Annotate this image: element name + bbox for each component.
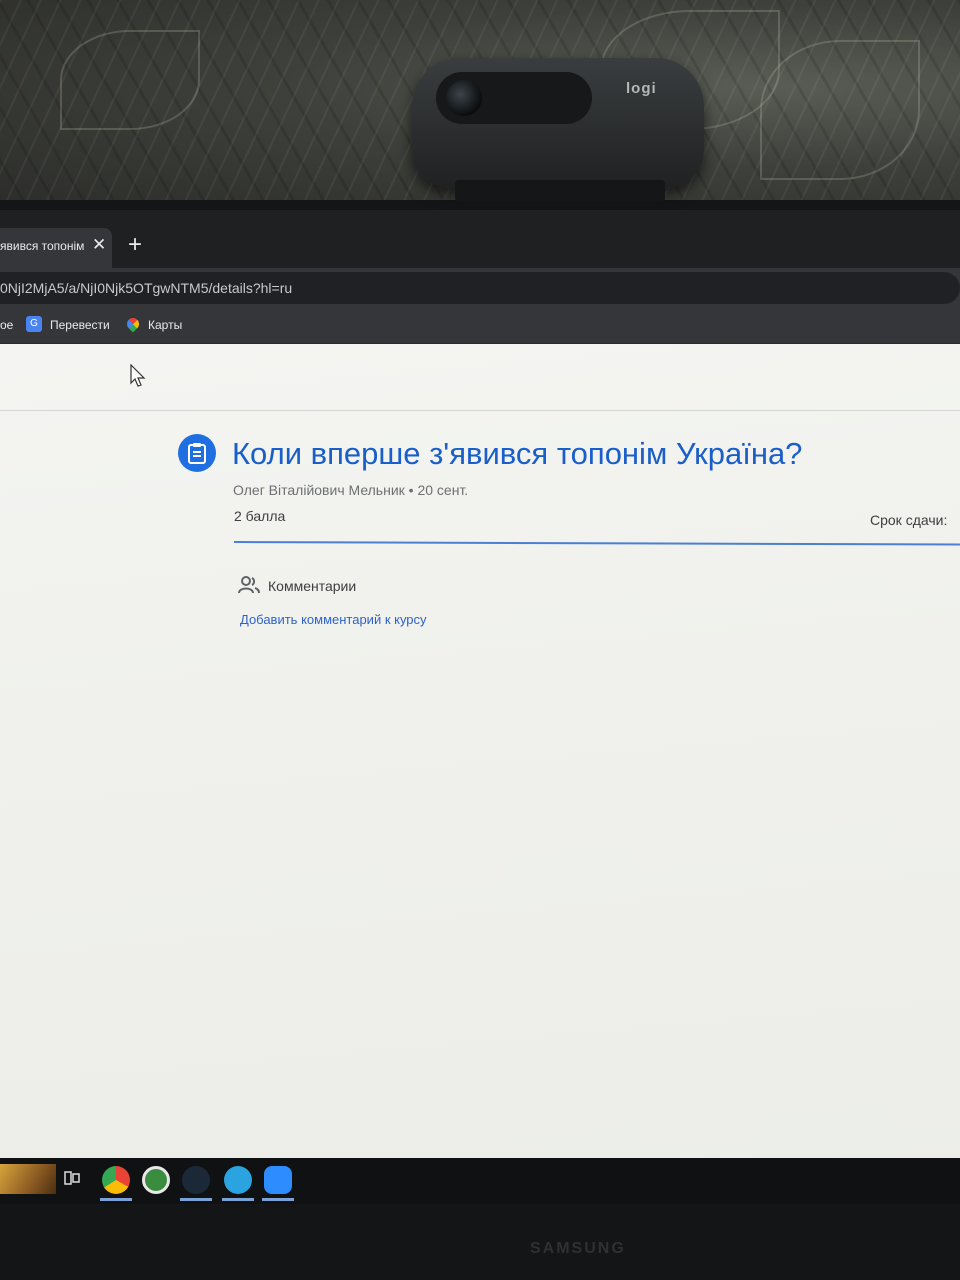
assignment-title: Коли вперше з'явився топонім Україна?	[232, 436, 803, 471]
bookmark-translate[interactable]: Перевести	[50, 318, 110, 332]
mouse-cursor-icon	[130, 364, 146, 387]
steam-active-indicator	[180, 1198, 212, 1201]
telegram-icon[interactable]	[224, 1166, 252, 1194]
browser-toolbar: 0NjI2MjA5/a/NjI0Njk5OTgwNTM5/details?hl=…	[0, 268, 960, 308]
chrome-active-indicator	[100, 1198, 132, 1201]
webcam-lens-band	[436, 72, 592, 124]
webcam-lens	[446, 80, 482, 116]
monitor-brand-logo: SAMSUNG	[530, 1240, 626, 1257]
new-tab-button[interactable]: +	[128, 232, 142, 258]
assignment-points: 2 балла	[234, 508, 286, 524]
header-divider	[0, 410, 960, 411]
zoom-active-indicator	[262, 1198, 294, 1201]
browser-tab[interactable]: явився топонім ✕	[0, 228, 112, 268]
webcam-clip	[455, 180, 665, 202]
widget-thumbnail[interactable]	[0, 1164, 56, 1194]
comments-heading: Комментарии	[268, 578, 357, 594]
google-maps-icon	[124, 315, 142, 333]
zoom-icon[interactable]	[264, 1166, 292, 1194]
people-icon	[238, 576, 260, 594]
webcam: logi	[412, 58, 704, 188]
telegram-active-indicator	[222, 1198, 254, 1201]
classroom-page: Коли вперше з'явився топонім Україна? Ол…	[0, 344, 960, 1200]
leaf-pattern	[60, 30, 200, 130]
address-bar[interactable]: 0NjI2MjA5/a/NjI0Njk5OTgwNTM5/details?hl=…	[0, 272, 960, 304]
assignment-icon	[178, 434, 216, 472]
add-class-comment-link[interactable]: Добавить комментарий к курсу	[240, 612, 427, 627]
google-translate-icon: G	[26, 316, 42, 332]
assignment-author-date: Олег Віталійович Мельник • 20 сент.	[233, 482, 469, 498]
chrome-icon[interactable]	[102, 1166, 130, 1194]
windows-taskbar	[0, 1158, 960, 1204]
close-tab-icon[interactable]: ✕	[92, 235, 106, 255]
webcam-brand: logi	[626, 80, 657, 97]
browser-tab-bar: явився топонім ✕ +	[0, 210, 960, 268]
steam-icon[interactable]	[182, 1166, 210, 1194]
app-icon[interactable]	[142, 1166, 170, 1194]
bookmark-maps[interactable]: Карты	[148, 318, 182, 332]
bookmarks-bar: ое G Перевести Карты	[0, 308, 960, 344]
due-date-label: Срок сдачи:	[870, 512, 948, 528]
photo-scene: logi явився топонім ✕ + 0NjI2MjA5/a/NjI0…	[0, 0, 960, 1280]
url-text: 0NjI2MjA5/a/NjI0Njk5OTgwNTM5/details?hl=…	[0, 280, 293, 296]
tab-title: явився топонім	[0, 239, 84, 253]
title-divider	[233, 541, 960, 546]
task-view-icon[interactable]	[64, 1170, 80, 1186]
bookmark-item[interactable]: ое	[0, 318, 13, 332]
leaf-pattern	[760, 40, 920, 180]
monitor-screen: явився топонім ✕ + 0NjI2MjA5/a/NjI0Njk5O…	[0, 210, 960, 1200]
